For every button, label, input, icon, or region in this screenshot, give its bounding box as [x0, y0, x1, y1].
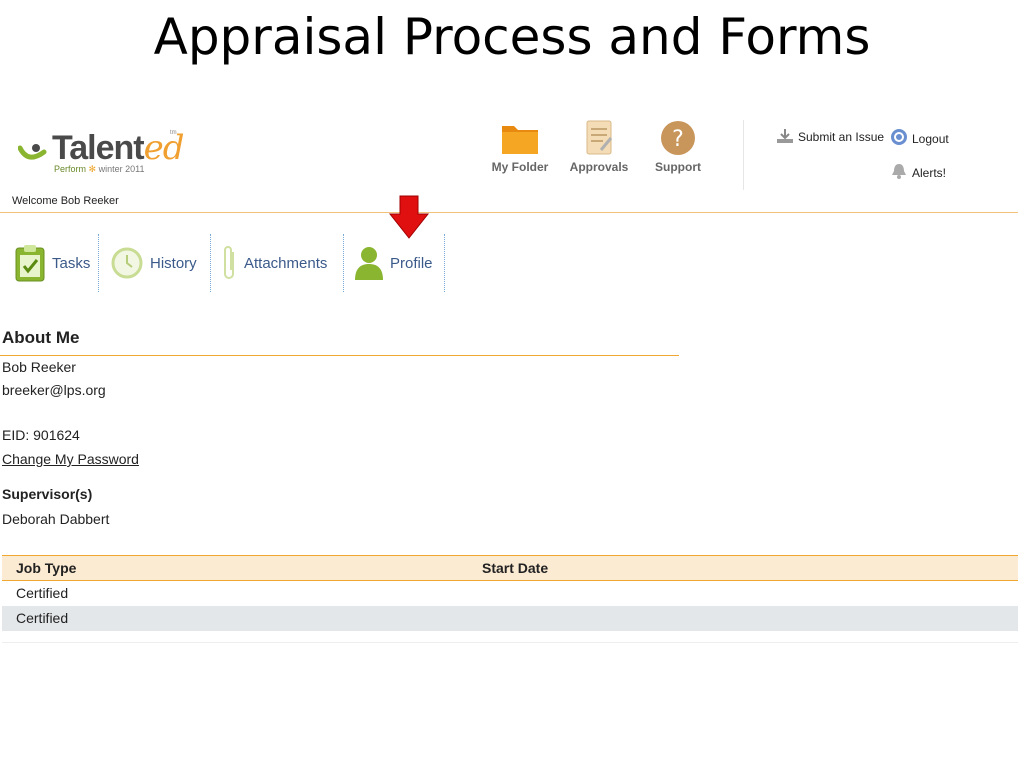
- tab-profile[interactable]: Profile: [354, 236, 433, 290]
- tab-tasks-label: Tasks: [52, 254, 91, 272]
- welcome-text: Welcome Bob Reeker: [12, 195, 119, 207]
- tab-profile-label: Profile: [390, 254, 433, 272]
- support-label: Support: [655, 160, 701, 174]
- table-bottom-border: [2, 631, 1018, 643]
- header-separator: [743, 120, 744, 190]
- approvals-button[interactable]: Approvals: [564, 120, 634, 174]
- tab-separator: [343, 234, 344, 292]
- about-me-heading: About Me: [2, 328, 80, 347]
- support-icon: ?: [661, 121, 695, 155]
- alerts-link[interactable]: Alerts!: [890, 162, 946, 180]
- my-folder-label: My Folder: [491, 160, 549, 174]
- logo-subtitle: Perform ✻ winter 2011: [54, 164, 145, 174]
- svg-text:?: ?: [672, 127, 684, 152]
- column-header-job-type[interactable]: Job Type: [16, 560, 76, 576]
- supervisor-name: Deborah Dabbert: [2, 511, 110, 527]
- profile-name: Bob Reeker: [2, 359, 76, 375]
- clipboard-check-icon: [15, 245, 45, 282]
- bell-icon: [892, 164, 906, 179]
- alerts-label: Alerts!: [912, 166, 947, 180]
- profile-eid: EID: 901624: [2, 427, 80, 443]
- about-me-divider: [0, 355, 679, 356]
- person-icon: [355, 247, 383, 280]
- approvals-icon: [586, 120, 613, 155]
- slide-title: Appraisal Process and Forms: [153, 8, 871, 66]
- download-icon: [777, 129, 793, 143]
- clock-icon: [111, 247, 143, 279]
- job-type-cell: Certified: [16, 585, 69, 601]
- support-button[interactable]: ? Support: [643, 120, 713, 174]
- jobs-table-header: Job Type Start Date: [2, 555, 1018, 581]
- logout-icon: [891, 129, 907, 145]
- tab-tasks[interactable]: Tasks: [14, 236, 90, 290]
- folder-icon: [502, 126, 538, 154]
- logo-wordmark: Talented: [52, 128, 184, 168]
- change-password-link[interactable]: Change My Password: [2, 451, 139, 467]
- tab-attachments[interactable]: Attachments: [222, 236, 327, 290]
- tab-separator: [444, 234, 445, 292]
- logo-swoosh-icon: [18, 144, 47, 160]
- jobs-table: Job Type Start Date Certified Certified: [2, 555, 1018, 643]
- header-divider: [0, 212, 1018, 213]
- tab-attachments-label: Attachments: [244, 254, 328, 272]
- tab-separator: [210, 234, 211, 292]
- logo-trademark: tm: [170, 130, 177, 136]
- approvals-label: Approvals: [569, 160, 629, 174]
- table-row[interactable]: Certified: [2, 606, 1018, 631]
- tab-separator: [98, 234, 99, 292]
- talented-logo: Talented tm Perform ✻ winter 2011: [18, 128, 198, 180]
- table-row[interactable]: Certified: [2, 581, 1018, 606]
- supervisors-heading: Supervisor(s): [2, 486, 93, 502]
- paperclip-icon: [224, 246, 234, 279]
- submit-issue-link[interactable]: Submit an Issue: [776, 128, 884, 144]
- column-header-start-date[interactable]: Start Date: [482, 560, 548, 576]
- logout-label: Logout: [912, 132, 949, 146]
- job-type-cell: Certified: [16, 610, 69, 626]
- logout-link[interactable]: Logout: [890, 128, 949, 146]
- my-folder-button[interactable]: My Folder: [485, 120, 555, 174]
- tab-history[interactable]: History: [110, 236, 197, 290]
- tab-history-label: History: [150, 254, 197, 272]
- profile-email: breeker@lps.org: [2, 382, 106, 398]
- submit-issue-label: Submit an Issue: [798, 130, 885, 144]
- pointer-arrow-icon: [388, 195, 430, 239]
